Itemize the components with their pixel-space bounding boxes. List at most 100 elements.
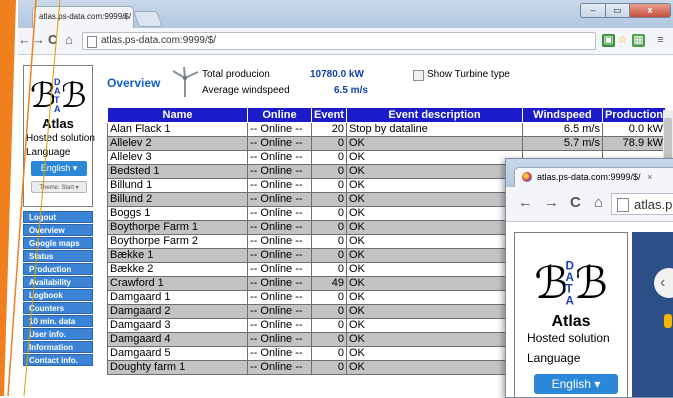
cell-event-description: OK	[345, 346, 523, 361]
cell-online: -- Online --	[247, 346, 312, 361]
cell-name: Bække 2	[107, 262, 248, 277]
cell-event-description: OK	[345, 164, 523, 179]
cell-name: Boggs 1	[107, 206, 248, 221]
chevron-down-icon: ▾	[594, 377, 601, 391]
tab-title: atlas.ps-data.com:9999/$/	[39, 12, 132, 21]
cell-event-description: OK	[345, 192, 523, 207]
home-icon[interactable]: ⌂	[65, 32, 73, 47]
extension-icon[interactable]: ▦	[632, 34, 645, 47]
turbine-icon	[172, 67, 199, 97]
close-window-button[interactable]: x	[629, 3, 671, 18]
language-value: English	[40, 163, 71, 173]
table-row[interactable]: Allelev 2 -- Online -- 0 OK 5.7 m/s 78.9 kW	[107, 136, 667, 151]
cell-event: 0	[311, 262, 347, 277]
cell-event-description: OK	[345, 290, 523, 305]
cell-online: -- Online --	[247, 150, 312, 165]
cell-event-description: OK	[345, 304, 523, 319]
popup-tab-close-icon[interactable]: ×	[647, 172, 652, 182]
menu-item-status[interactable]: Status	[23, 250, 93, 262]
back-icon[interactable]: ←	[18, 32, 31, 47]
menu-item-contact-info[interactable]: Contact info.	[23, 354, 93, 366]
menu-item-user-info[interactable]: User info.	[23, 328, 93, 340]
cell-online: -- Online --	[247, 360, 312, 375]
popup-sidebar-title: Atlas	[551, 313, 591, 330]
sidebar-panel: ℬ ℬ D A T A Atlas Hosted solution Langua…	[23, 65, 95, 207]
menu-item-overview[interactable]: Overview	[23, 224, 93, 236]
column-header-event[interactable]: Event	[311, 107, 347, 123]
table-row[interactable]: Alan Flack 1 -- Online -- 20 Stop by datali…	[107, 122, 667, 137]
cell-online: -- Online --	[247, 290, 312, 305]
cell-name: Allelev 2	[107, 136, 248, 151]
menu-item-google-maps[interactable]: Google maps	[23, 237, 93, 249]
minimize-button[interactable]: –	[580, 3, 606, 18]
cell-name: Damgaard 1	[107, 290, 248, 305]
menu-item-10min-data[interactable]: 10 min. data	[23, 315, 93, 327]
language-select[interactable]: English ▾	[31, 161, 87, 176]
popup-language-label: Language	[527, 351, 581, 365]
cell-name: Doughty farm 1	[107, 360, 248, 375]
menu-item-counters[interactable]: Counters	[23, 302, 93, 314]
menu-item-information[interactable]: Information	[23, 341, 93, 353]
tab-close-icon[interactable]: ×	[123, 7, 128, 27]
browser-toolbar: ← → C ⌂ atlas.ps-data.com:9999/$/ ▣ ☆ ▦ …	[18, 28, 673, 55]
chevron-down-icon: ▾	[75, 185, 79, 191]
cell-name: Billund 1	[107, 178, 248, 193]
column-header-windspeed[interactable]: Windspeed	[521, 107, 603, 123]
cell-event-description: OK	[345, 276, 523, 291]
cell-event-description: OK	[345, 332, 523, 347]
show-turbine-checkbox[interactable]	[413, 70, 424, 81]
back-icon[interactable]: ←	[518, 194, 533, 211]
avg-windspeed-label: Average windspeed	[202, 85, 290, 96]
column-header-online[interactable]: Online	[247, 107, 312, 123]
menu-item-production[interactable]: Production	[23, 263, 93, 275]
atlas-logo: ℬ ℬ D A T A	[534, 257, 608, 309]
star-icon[interactable]: ☆	[616, 34, 629, 47]
cell-event: 0	[311, 220, 347, 235]
theme-select[interactable]: Theme: Start ▾	[31, 181, 87, 193]
menu-icon[interactable]: ≡	[654, 34, 667, 47]
forward-icon[interactable]: →	[544, 194, 559, 211]
cell-event: 0	[311, 304, 347, 319]
cell-name: Allelev 3	[107, 150, 248, 165]
popup-address-bar[interactable]: atlas.p	[611, 193, 673, 215]
page-icon	[87, 36, 97, 48]
popup-language-select[interactable]: English ▾	[534, 374, 618, 394]
column-header-event-description[interactable]: Event description	[345, 107, 523, 123]
total-production-value: 10780.0 kW	[310, 69, 364, 80]
cell-windspeed: 6.5 m/s	[521, 122, 603, 137]
home-icon[interactable]: ⌂	[594, 194, 603, 211]
table-header-row: Name Online Event Event description Wind…	[107, 107, 667, 123]
forward-icon[interactable]: →	[32, 32, 45, 47]
cell-event-description: OK	[345, 360, 523, 375]
menu-item-logout[interactable]: Logout	[23, 211, 93, 223]
menu-item-availability[interactable]: Availability	[23, 276, 93, 288]
column-header-production[interactable]: Production	[601, 107, 667, 123]
cell-online: -- Online --	[247, 136, 312, 151]
popup-sidebar-subtitle: Hosted solution	[527, 331, 610, 345]
cell-name: Damgaard 5	[107, 346, 248, 361]
new-tab-button[interactable]	[133, 11, 163, 27]
column-header-name[interactable]: Name	[107, 107, 248, 123]
popup-browser-tab[interactable]: atlas.ps-data.com:9999/$/ ×	[514, 167, 673, 187]
cell-name: Boythorpe Farm 1	[107, 220, 248, 235]
cell-event: 0	[311, 360, 347, 375]
pegman-icon[interactable]	[664, 314, 672, 328]
cell-event-description: OK	[345, 220, 523, 235]
extension-icon[interactable]: ▣	[602, 34, 615, 47]
chrome-favicon-icon	[522, 172, 532, 182]
cell-name: Billund 2	[107, 192, 248, 207]
cell-event-description: OK	[345, 150, 523, 165]
popup-browser-window: atlas.ps-data.com:9999/$/ × ← → C ⌂ atla…	[505, 158, 673, 398]
maximize-button[interactable]: ▭	[605, 3, 630, 18]
browser-tab[interactable]: atlas.ps-data.com:9999/$/ ×	[32, 6, 134, 28]
cell-event-description: OK	[345, 262, 523, 277]
cell-event-description: OK	[345, 248, 523, 263]
cell-online: -- Online --	[247, 206, 312, 221]
address-bar[interactable]: atlas.ps-data.com:9999/$/	[82, 32, 596, 50]
cell-event: 0	[311, 136, 347, 151]
menu-item-logbook[interactable]: Logbook	[23, 289, 93, 301]
reload-icon[interactable]: C	[48, 32, 57, 47]
cell-online: -- Online --	[247, 276, 312, 291]
reload-icon[interactable]: C	[570, 194, 581, 211]
svg-text:A: A	[566, 294, 575, 307]
